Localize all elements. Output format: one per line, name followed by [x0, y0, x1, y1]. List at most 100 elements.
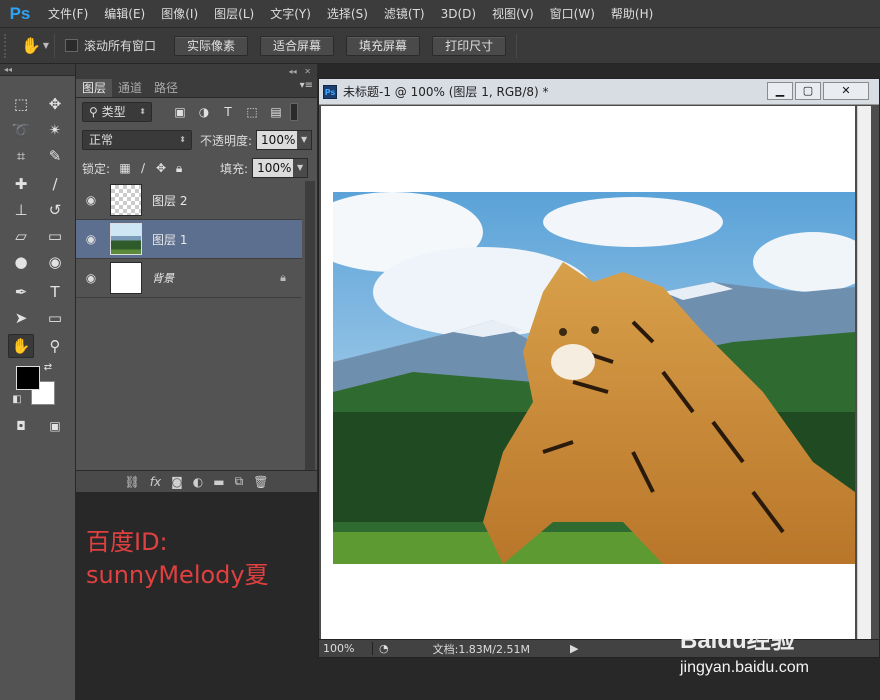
- brush-icon[interactable]: ∕: [42, 172, 68, 196]
- menu-3d[interactable]: 3D(D): [433, 0, 484, 28]
- blur-icon[interactable]: ●: [8, 250, 34, 274]
- panel-tabs: 图层 通道 路径 ▾≡: [76, 78, 317, 98]
- menu-layer[interactable]: 图层(L): [206, 0, 262, 28]
- layer-name: 背景: [152, 272, 174, 285]
- document-window: Ps 未标题-1 @ 100% (图层 1, RGB/8) * ▁ ▢ ✕ 10…: [318, 78, 880, 658]
- layers-panel: ◂◂ ✕ 图层 通道 路径 ▾≡ ⚲ 类型 ⬍ ▣ ◑ T ⬚ ▤ 正常 ⬍ 不透明…: [76, 64, 318, 492]
- menu-select[interactable]: 选择(S): [319, 0, 376, 28]
- scroll-all-windows-checkbox[interactable]: [65, 39, 78, 52]
- minimize-icon[interactable]: ▁: [767, 82, 793, 100]
- link-icon[interactable]: ⛓: [125, 475, 140, 489]
- layers-scrollbar[interactable]: [305, 181, 315, 471]
- hand-icon[interactable]: ✋: [8, 334, 34, 358]
- lock-row: 锁定: ▦ ∕ ✥ 🔒︎ 填充: 100% ▼: [76, 154, 317, 182]
- chevron-down-icon[interactable]: ▼: [293, 159, 308, 177]
- document-canvas[interactable]: [321, 106, 855, 639]
- lock-transparency-icon[interactable]: ▦: [116, 161, 134, 175]
- opacity-input[interactable]: 100% ▼: [256, 130, 313, 150]
- menu-help[interactable]: 帮助(H): [603, 0, 661, 28]
- layer-row-1[interactable]: ◉ 图层 1: [76, 220, 302, 259]
- document-vertical-scrollbar[interactable]: [857, 106, 871, 639]
- gradient-icon[interactable]: ▭: [42, 224, 68, 248]
- menu-edit[interactable]: 编辑(E): [96, 0, 153, 28]
- status-menu-arrow-icon[interactable]: ▶: [570, 642, 578, 655]
- filter-toggle[interactable]: [290, 103, 298, 121]
- watermark-line-1: 百度ID:: [86, 528, 168, 556]
- crop-icon[interactable]: ⌗: [8, 144, 34, 168]
- group-folder-icon[interactable]: ▬: [213, 475, 224, 489]
- status-info-icon[interactable]: ◔: [379, 642, 389, 655]
- layer-name: 图层 1: [152, 232, 188, 247]
- panel-menu-icon[interactable]: ▾≡: [300, 80, 313, 91]
- tab-layers[interactable]: 图层: [76, 79, 113, 97]
- search-icon: ⚲: [89, 105, 102, 119]
- eye-icon[interactable]: ◉: [76, 232, 106, 246]
- layer-filter-dropdown[interactable]: ⚲ 类型 ⬍: [82, 102, 152, 122]
- screen-mode-icon[interactable]: ▣: [42, 414, 68, 438]
- tab-channels[interactable]: 通道: [112, 79, 148, 97]
- shape-icon[interactable]: ▭: [42, 306, 68, 330]
- blend-row: 正常 ⬍ 不透明度: 100% ▼: [76, 126, 317, 154]
- stamp-icon[interactable]: ⊥: [8, 198, 34, 222]
- trash-icon[interactable]: 🗑︎: [253, 475, 268, 489]
- swap-colors-icon[interactable]: ⇄: [40, 360, 56, 374]
- actual-pixels-button[interactable]: 实际像素: [174, 35, 249, 56]
- eye-icon[interactable]: ◉: [76, 271, 106, 285]
- move-icon[interactable]: ✥: [42, 92, 68, 116]
- layer-row-background[interactable]: ◉ 背景 🔒︎: [76, 259, 302, 298]
- maximize-icon[interactable]: ▢: [795, 82, 821, 100]
- divider: [54, 33, 55, 58]
- menu-view[interactable]: 视图(V): [484, 0, 542, 28]
- new-layer-icon[interactable]: ⧉: [235, 474, 244, 489]
- zoom-icon[interactable]: ⚲: [42, 334, 68, 358]
- lock-all-icon[interactable]: 🔒︎: [170, 161, 188, 176]
- close-icon[interactable]: ✕: [823, 82, 869, 100]
- menu-file[interactable]: 文件(F): [40, 0, 96, 28]
- quick-mask-icon[interactable]: ◘: [8, 414, 34, 438]
- options-grip[interactable]: [4, 33, 10, 58]
- blend-mode-dropdown[interactable]: 正常 ⬍: [82, 130, 192, 150]
- lock-position-icon[interactable]: ✥: [152, 161, 170, 175]
- default-colors-icon[interactable]: ◧: [10, 392, 24, 406]
- marquee-icon[interactable]: ⬚: [8, 92, 34, 116]
- menu-image[interactable]: 图像(I): [153, 0, 206, 28]
- adjustment-layer-icon[interactable]: ◐: [193, 475, 203, 489]
- healing-brush-icon[interactable]: ✚: [8, 172, 34, 196]
- chevron-down-icon[interactable]: ▼: [297, 131, 312, 149]
- menu-type[interactable]: 文字(Y): [262, 0, 319, 28]
- filter-shape-icon[interactable]: ⬚: [242, 105, 262, 119]
- path-select-icon[interactable]: ➤: [8, 306, 34, 330]
- tools-panel: ◂◂ ⬚ ✥ ➰ ✴ ⌗ ✎ ✚ ∕ ⊥ ↺ ▱ ▭ ● ◉ ✒ T ➤ ▭ ✋…: [0, 64, 75, 700]
- lasso-icon[interactable]: ➰: [8, 118, 34, 142]
- dodge-icon[interactable]: ◉: [42, 250, 68, 274]
- eraser-icon[interactable]: ▱: [8, 224, 34, 248]
- eye-icon[interactable]: ◉: [76, 193, 106, 207]
- magic-wand-icon[interactable]: ✴: [42, 118, 68, 142]
- add-mask-icon[interactable]: ◙: [171, 475, 183, 489]
- filter-pixel-icon[interactable]: ▣: [170, 105, 190, 119]
- filter-adjustment-icon[interactable]: ◑: [194, 105, 214, 119]
- menu-window[interactable]: 窗口(W): [542, 0, 603, 28]
- history-brush-icon[interactable]: ↺: [42, 198, 68, 222]
- tab-paths[interactable]: 路径: [148, 79, 184, 97]
- fx-icon[interactable]: fx: [150, 475, 161, 489]
- fit-screen-button[interactable]: 适合屏幕: [260, 35, 335, 56]
- layer-row-2[interactable]: ◉ 图层 2: [76, 181, 302, 220]
- menu-filter[interactable]: 滤镜(T): [376, 0, 433, 28]
- fill-screen-button[interactable]: 填充屏幕: [346, 35, 421, 56]
- eyedropper-icon[interactable]: ✎: [42, 144, 68, 168]
- filter-type-icon[interactable]: T: [218, 105, 238, 119]
- type-icon[interactable]: T: [42, 280, 68, 304]
- fill-input[interactable]: 100% ▼: [252, 158, 309, 178]
- zoom-level[interactable]: 100%: [319, 642, 373, 655]
- pen-icon[interactable]: ✒: [8, 280, 34, 304]
- baidu-logo: Baidu经验: [680, 627, 795, 654]
- filter-smart-object-icon[interactable]: ▤: [266, 105, 286, 119]
- tools-collapse[interactable]: ◂◂: [0, 64, 75, 76]
- panel-collapse[interactable]: ◂◂ ✕: [76, 64, 317, 78]
- lock-icon: 🔒︎: [280, 271, 286, 284]
- foreground-color-swatch[interactable]: [16, 366, 40, 390]
- print-size-button[interactable]: 打印尺寸: [432, 35, 507, 56]
- hand-tool-preset[interactable]: ✋ ▼: [21, 34, 49, 58]
- lock-pixels-icon[interactable]: ∕: [134, 161, 152, 175]
